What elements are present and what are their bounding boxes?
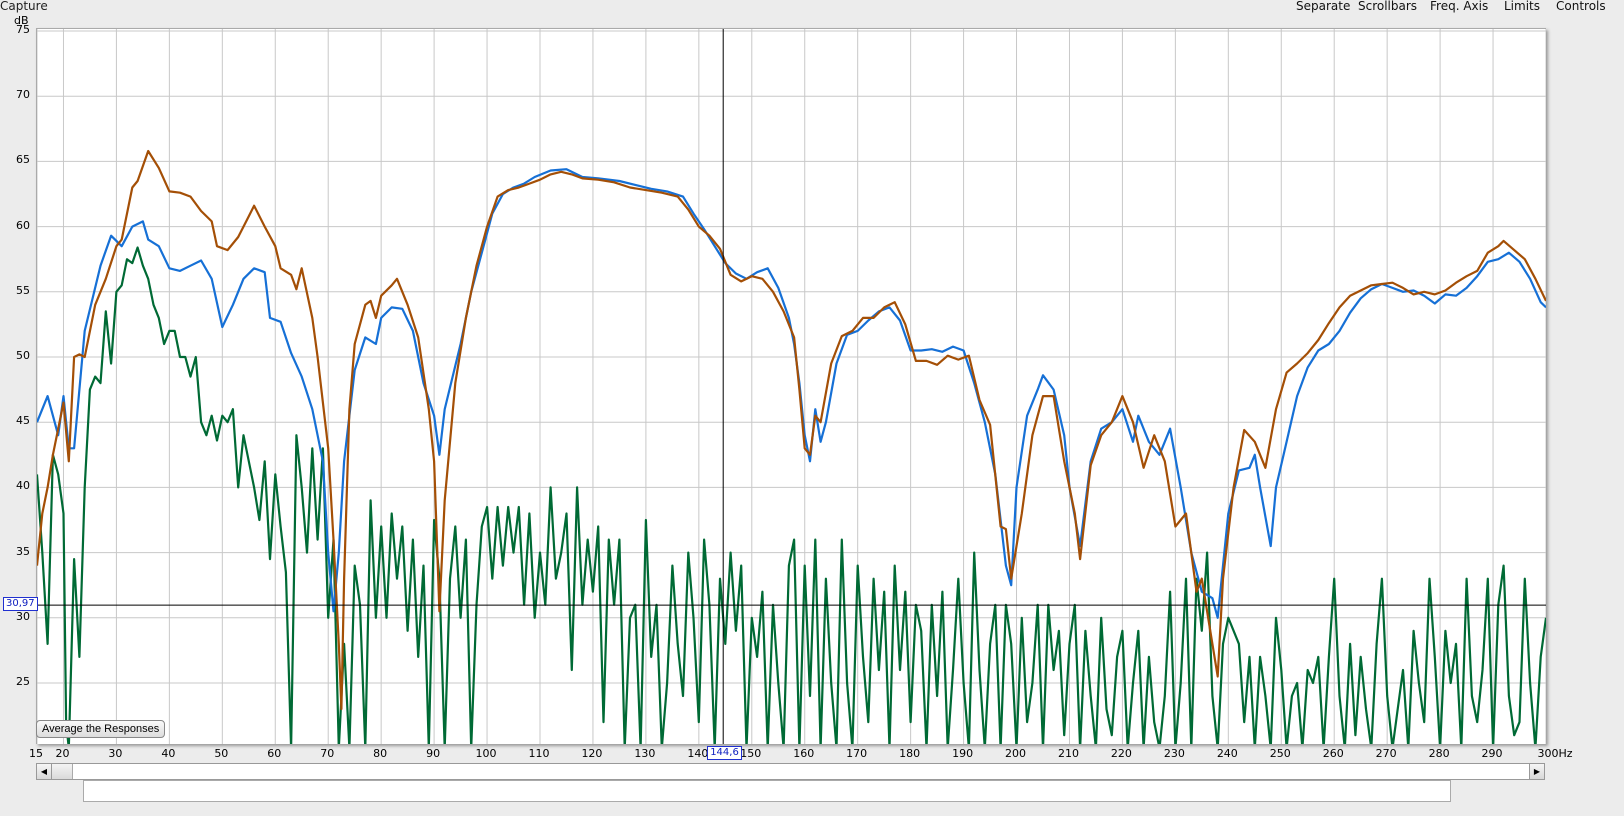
menu-separate[interactable]: Separate [1296, 0, 1350, 13]
x-tick-label: 160 [793, 747, 815, 760]
menu-freq-axis[interactable]: Freq. Axis [1430, 0, 1488, 13]
x-tick-label: 150 [740, 747, 762, 760]
x-tick-label: 260 [1322, 747, 1344, 760]
x-tick-label: 70 [320, 747, 335, 760]
x-tick-label: 30 [108, 747, 123, 760]
capture-label: Capture [0, 0, 48, 13]
scrollbar-thumb[interactable] [52, 764, 73, 779]
x-tick-label: 20 [55, 747, 70, 760]
x-tick-label: 170 [846, 747, 868, 760]
x-tick-label: 120 [581, 747, 603, 760]
x-tick-label: 290 [1481, 747, 1503, 760]
y-tick-label: 70 [16, 88, 30, 102]
x-tick-label: 50 [214, 747, 229, 760]
y-tick-label: 30 [16, 609, 30, 623]
horizontal-scrollbar[interactable]: ◀ ▶ [36, 763, 1545, 780]
cursor-frequency-label: 144,6 [707, 746, 742, 760]
y-tick-label: 75 [16, 23, 30, 36]
x-tick-label: 210 [1057, 747, 1079, 760]
x-tick-label: 250 [1269, 747, 1291, 760]
frequency-response-chart [37, 29, 1546, 744]
x-tick-label: 140 [687, 747, 709, 760]
y-tick-label: 35 [16, 544, 30, 558]
x-tick-label: 15 [29, 747, 43, 760]
menu-controls[interactable]: Controls [1556, 0, 1606, 13]
scroll-left-arrow-icon[interactable]: ◀ [37, 764, 52, 779]
y-tick-label: 60 [16, 218, 30, 232]
x-tick-label: 270 [1375, 747, 1397, 760]
scroll-right-arrow-icon[interactable]: ▶ [1529, 764, 1544, 779]
x-tick-label: 90 [426, 747, 441, 760]
x-tick-label: 190 [952, 747, 974, 760]
x-tick-label: 300Hz [1537, 747, 1573, 760]
x-tick-label: 200 [1005, 747, 1027, 760]
x-tick-label: 40 [161, 747, 176, 760]
series-brown-line [37, 149, 1546, 711]
x-tick-label: 110 [528, 747, 550, 760]
y-tick-label: 40 [16, 479, 30, 493]
y-tick-label: 25 [16, 675, 30, 688]
y-tick-label: 55 [16, 283, 30, 297]
average-responses-button[interactable]: Average the Responses [36, 720, 166, 738]
x-tick-label: 280 [1428, 747, 1450, 760]
cursor-level-label: 30,97 [3, 597, 38, 612]
x-tick-label: 230 [1163, 747, 1185, 760]
measurement-selector-panel [83, 780, 1451, 802]
series-green-line [37, 246, 1546, 744]
y-tick-label: 65 [16, 153, 30, 167]
x-tick-label: 130 [634, 747, 656, 760]
x-tick-label: 240 [1216, 747, 1238, 760]
x-tick-label: 80 [373, 747, 388, 760]
x-tick-label: 60 [267, 747, 282, 760]
x-tick-label: 100 [475, 747, 497, 760]
y-tick-label: 45 [16, 414, 30, 428]
x-tick-label: 180 [899, 747, 921, 760]
plot-area[interactable] [36, 28, 1546, 744]
y-tick-label: 50 [16, 349, 30, 362]
menu-limits[interactable]: Limits [1504, 0, 1540, 13]
menu-scrollbars[interactable]: Scrollbars [1358, 0, 1417, 13]
x-tick-label: 220 [1110, 747, 1132, 760]
